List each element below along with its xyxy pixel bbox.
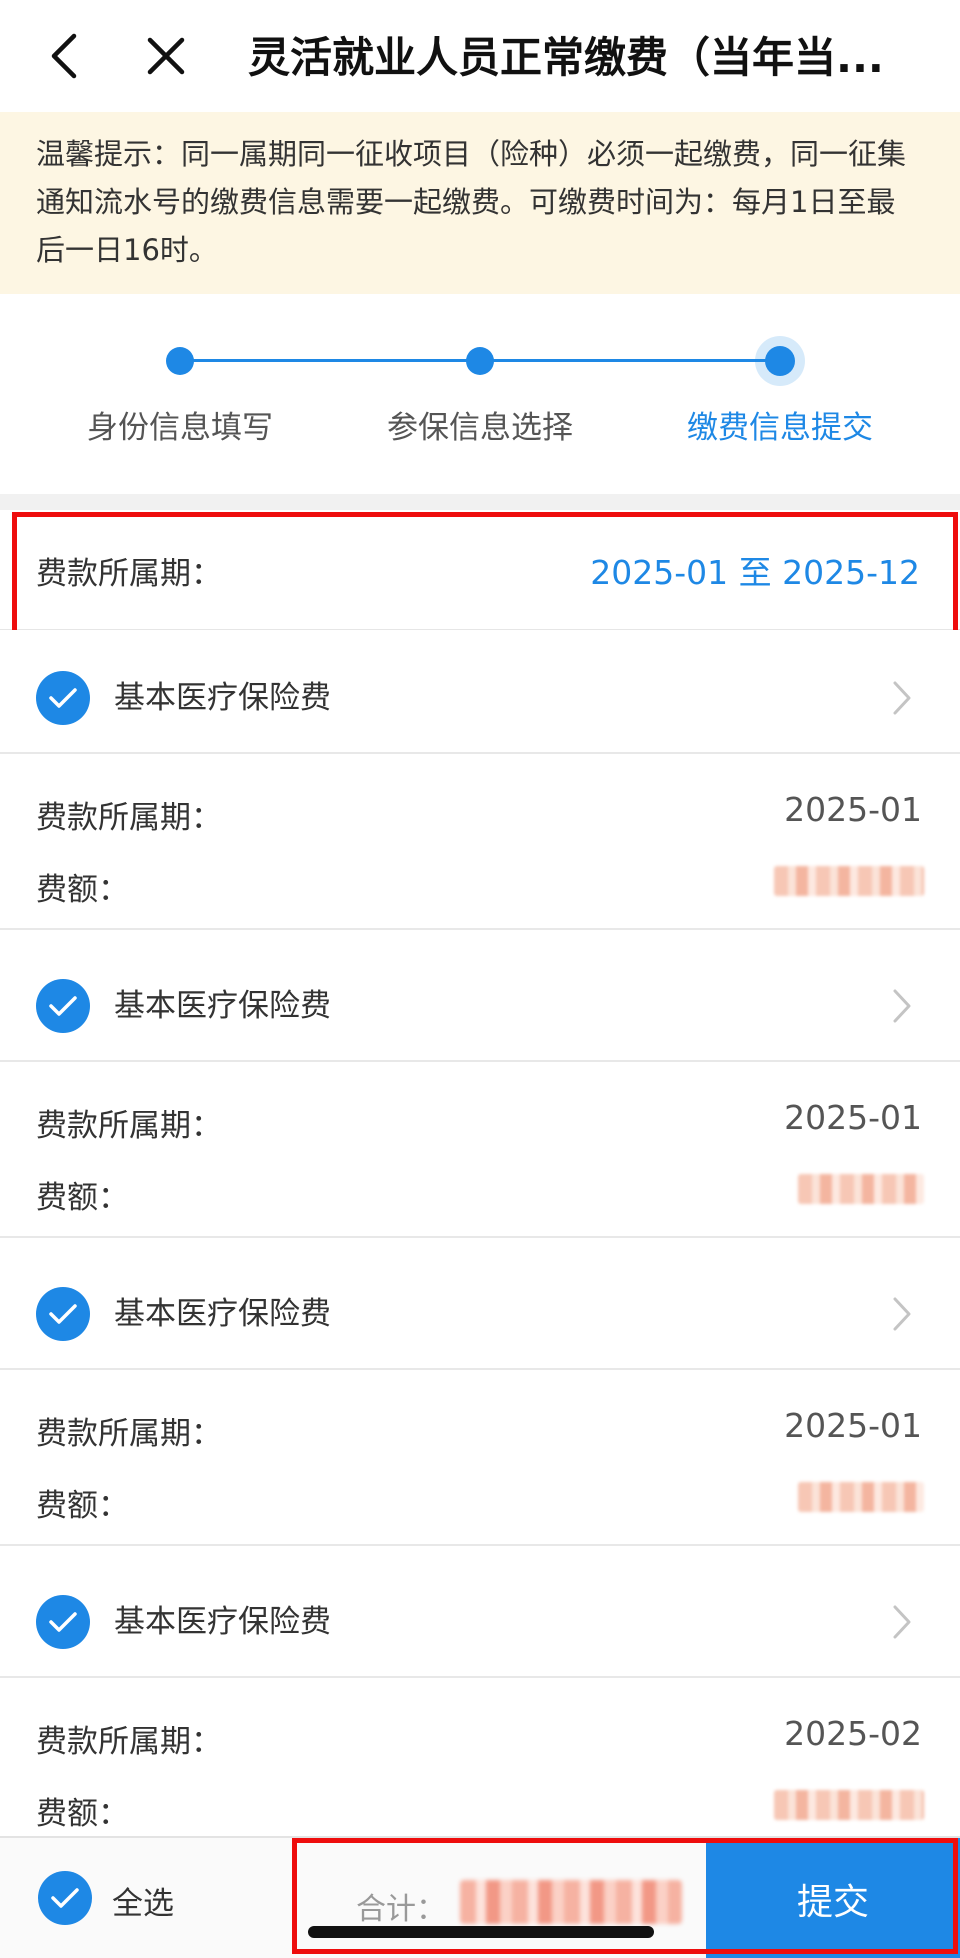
item-details: 费款所属期： 2025-01 费额： — [0, 1062, 960, 1238]
item-details: 费款所属期： 2025-01 费额： — [0, 1370, 960, 1546]
step-dot-insurance — [466, 347, 494, 375]
bottom-action-bar: 全选 合计： 提交 — [0, 1836, 960, 1958]
item-details: 费款所属期： 2025-01 费额： — [0, 754, 960, 930]
item-header[interactable]: 基本医疗保险费 — [0, 1246, 960, 1370]
item-checkbox[interactable] — [36, 1595, 90, 1649]
close-icon — [147, 37, 185, 75]
step-connector — [180, 359, 480, 362]
item-amount-redacted — [774, 866, 924, 896]
list-item: 基本医疗保险费 费款所属期： 2025-01 费额： — [0, 1246, 960, 1546]
item-period-value: 2025-02 — [784, 1714, 922, 1753]
check-icon — [49, 688, 77, 708]
item-checkbox[interactable] — [36, 1287, 90, 1341]
item-checkbox[interactable] — [36, 979, 90, 1033]
check-icon — [51, 1888, 79, 1908]
select-all-label[interactable]: 全选 — [112, 1878, 174, 1923]
item-title: 基本医疗保险费 — [114, 1296, 331, 1332]
total-label: 合计： — [356, 1892, 446, 1927]
item-amount-label: 费额： — [36, 1796, 129, 1832]
check-icon — [49, 996, 77, 1016]
select-all-checkbox[interactable] — [38, 1871, 92, 1925]
step-dot-identity — [166, 347, 194, 375]
page-title: 灵活就业人员正常缴费（当年当... — [248, 33, 884, 82]
item-header[interactable]: 基本医疗保险费 — [0, 1554, 960, 1678]
step-connector — [480, 359, 780, 362]
item-period-label: 费款所属期： — [36, 800, 222, 836]
check-icon — [49, 1612, 77, 1632]
list-item: 基本医疗保险费 费款所属期： 2025-01 费额： — [0, 938, 960, 1238]
list-item: 基本医疗保险费 费款所属期： 2025-02 费额： — [0, 1554, 960, 1854]
item-title: 基本医疗保险费 — [114, 1604, 331, 1640]
section-divider — [0, 494, 960, 510]
item-title: 基本医疗保险费 — [114, 680, 331, 716]
submit-button[interactable]: 提交 — [706, 1838, 960, 1958]
item-amount-label: 费额： — [36, 872, 129, 908]
total-amount-redacted — [460, 1880, 682, 1924]
chevron-right-icon — [893, 1297, 911, 1331]
item-amount-label: 费额： — [36, 1488, 129, 1524]
item-period-value: 2025-01 — [784, 1406, 922, 1445]
period-range-value[interactable]: 2025-01 至 2025-12 — [590, 546, 920, 594]
chevron-right-icon — [893, 989, 911, 1023]
step-dot-payment — [765, 346, 795, 376]
item-period-value: 2025-01 — [784, 1098, 922, 1137]
step-label-payment: 缴费信息提交 — [687, 410, 873, 446]
page: 灵活就业人员正常缴费（当年当... 温馨提示：同一属期同一征收项目（险种）必须一… — [0, 0, 960, 1958]
item-period-label: 费款所属期： — [36, 1416, 222, 1452]
chevron-right-icon — [893, 681, 911, 715]
item-period-label: 费款所属期： — [36, 1724, 222, 1760]
step-label-insurance: 参保信息选择 — [387, 410, 573, 446]
period-range-label: 费款所属期： — [36, 556, 222, 592]
chevron-right-icon — [893, 1605, 911, 1639]
item-amount-redacted — [798, 1482, 924, 1512]
item-header[interactable]: 基本医疗保险费 — [0, 938, 960, 1062]
item-period-label: 费款所属期： — [36, 1108, 222, 1144]
navbar: 灵活就业人员正常缴费（当年当... — [0, 0, 960, 112]
home-indicator — [308, 1926, 654, 1938]
check-icon — [49, 1304, 77, 1324]
step-label-identity: 身份信息填写 — [87, 410, 273, 446]
item-title: 基本医疗保险费 — [114, 988, 331, 1024]
item-amount-redacted — [774, 1790, 924, 1820]
item-amount-redacted — [798, 1174, 924, 1204]
item-period-value: 2025-01 — [784, 790, 922, 829]
back-button[interactable] — [36, 28, 92, 84]
back-icon — [51, 33, 77, 79]
period-range-row[interactable]: 费款所属期： 2025-01 至 2025-12 — [0, 510, 960, 630]
item-amount-label: 费额： — [36, 1180, 129, 1216]
item-checkbox[interactable] — [36, 671, 90, 725]
item-details: 费款所属期： 2025-02 费额： — [0, 1678, 960, 1854]
close-button[interactable] — [138, 28, 194, 84]
progress-stepper: 身份信息填写 参保信息选择 缴费信息提交 — [0, 294, 960, 494]
tip-banner: 温馨提示：同一属期同一征收项目（险种）必须一起缴费，同一征集通知流水号的缴费信息… — [0, 112, 960, 294]
list-item: 基本医疗保险费 费款所属期： 2025-01 费额： — [0, 630, 960, 930]
item-header[interactable]: 基本医疗保险费 — [0, 630, 960, 754]
